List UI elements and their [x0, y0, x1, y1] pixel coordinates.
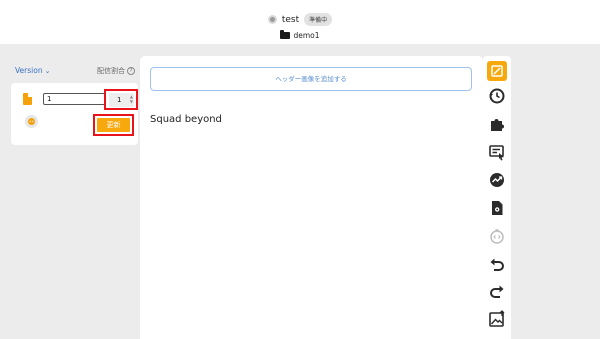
chevron-down-icon: ⌄ [44, 66, 51, 75]
content-text[interactable]: Squad beyond [150, 114, 222, 125]
folder-name: demo1 [293, 31, 320, 40]
top-bar: test 準備中 demo1 [0, 0, 600, 44]
add-header-image-button[interactable]: ヘッダー画像を追加する [150, 67, 472, 91]
variant-name-input[interactable]: 1 [43, 93, 107, 105]
folder-icon [280, 30, 291, 39]
history-icon[interactable] [487, 86, 507, 106]
ratio-header: 配信割合 ? [97, 66, 135, 76]
image-upload-icon[interactable] [487, 309, 507, 329]
folder-breadcrumb[interactable]: demo1 [0, 30, 600, 40]
version-dropdown[interactable]: Version ⌄ [15, 66, 50, 75]
variant-card: 1 1 ▲ ▼ •• 更新 [11, 83, 138, 145]
ratio-label: 配信割合 [97, 67, 125, 75]
form-click-icon[interactable] [487, 142, 507, 162]
page-title: test [281, 14, 300, 25]
code-icon[interactable] [487, 226, 507, 246]
smile-icon: •• [28, 118, 35, 125]
version-label: Version [15, 66, 43, 75]
status-dot-icon [267, 15, 277, 24]
file-icon [23, 93, 32, 105]
update-button[interactable]: 更新 [97, 118, 130, 132]
conversion-icon[interactable] [487, 170, 507, 190]
undo-icon[interactable] [487, 254, 507, 274]
image-block-icon[interactable] [487, 61, 507, 81]
redo-icon[interactable] [487, 281, 507, 301]
stepper-down-icon[interactable]: ▼ [130, 99, 133, 104]
editor-canvas: ヘッダー画像を追加する Squad beyond [140, 56, 483, 339]
title-row: test 準備中 [0, 13, 600, 26]
puzzle-icon[interactable] [487, 114, 507, 134]
help-icon[interactable]: ? [127, 67, 135, 75]
emoji-button[interactable]: •• [25, 115, 38, 128]
right-toolbar [483, 56, 511, 339]
update-highlight: 更新 [93, 114, 134, 136]
status-badge: 準備中 [304, 13, 333, 26]
ratio-highlight: 1 ▲ ▼ [104, 89, 138, 110]
ratio-stepper[interactable]: ▲ ▼ [130, 94, 133, 104]
file-settings-icon[interactable] [487, 198, 507, 218]
